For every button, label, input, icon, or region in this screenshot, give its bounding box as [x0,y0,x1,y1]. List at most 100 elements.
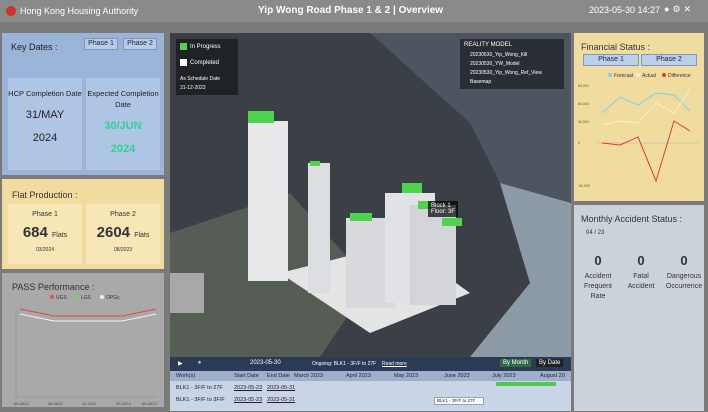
key-dates-phase2-button[interactable]: Phase 2 [123,38,157,50]
layer-panel: REALITY MODEL 20230530_Yip_Wong_Kill 202… [460,39,564,89]
expected-label: Expected Completion Date [87,89,159,109]
datetime: 2023-05-30 14:27 [589,5,661,15]
window-controls[interactable]: ●⚙✕ [664,4,694,15]
gantt-chart: Work(s) Start Date End Date March 2023 A… [170,371,571,411]
play-icon[interactable]: ▶ [178,360,183,367]
financial-y-label-1: 60,000 [578,102,589,106]
gantt-start[interactable]: 2023-05-23 [234,385,262,391]
gantt-bar[interactable]: BLK1 - 3F/F to 27F [434,397,484,405]
settings-icon[interactable]: ⚙ [672,4,683,14]
financial-status-panel: Financial Status : Phase 1 Phase 2 Forec… [574,33,704,201]
gantt-month: May 2023 [394,373,419,379]
pass-performance-panel: PASS Performance : UGS LGS OPGc 05-2022 … [2,273,164,407]
legend-forecast: Forecast [614,73,634,79]
top-bar: Hong Kong Housing Authority Yip Wong Roa… [0,0,708,22]
reality-model-viewer[interactable]: In Progress Completed As Schedule Date 3… [170,33,571,411]
in-progress-label: In Progress [190,44,221,50]
playback-date: 2023-05-30 [250,360,281,366]
tooltip-floor: Floor: 3F [431,209,456,215]
flat-phase1-value-row: 684 Flats [8,224,82,241]
map-legend: In Progress Completed As Schedule Date 3… [176,39,238,95]
gantt-header: Work(s) Start Date End Date March 2023 A… [170,371,571,381]
dangerous-occurrence: 0 Dangerous Occurrence [664,253,704,292]
pass-x-label-3: 02-2023 [116,401,131,406]
financial-y-label-0: 80,000 [578,84,589,88]
gantt-col-start: Start Date [234,373,259,379]
gantt-month: June 2023 [444,373,470,379]
by-month-button[interactable]: By Month [500,359,532,367]
gantt-month: July 2023 [492,373,516,379]
gantt-month: March 2023 [294,373,324,379]
key-dates-panel: Key Dates : Phase 1 Phase 2 HCP Completi… [2,33,164,175]
stat-value: 0 [680,253,688,268]
actual-line [601,88,691,126]
financial-y-label-4: 0 [578,141,580,145]
completed-label: Completed [190,60,220,66]
block-tooltip: Block 1 Floor: 3F [428,201,459,217]
read-more-link[interactable]: Read more [382,361,407,367]
expected-year: 2024 [110,143,136,155]
gantt-end[interactable]: 2023-05-31 [267,385,295,391]
org-name: Hong Kong Housing Authority [20,6,139,16]
gantt-bar-label: BLK1 - 3F/F to 27F [437,398,476,403]
by-date-button[interactable]: By Date [536,359,564,367]
layer-item[interactable]: 20230530_YW_Model [470,61,519,67]
layer-item[interactable]: 20230530_Yip_Wong_Kill [470,52,527,58]
legend-difference: Difference [668,73,691,79]
gantt-month: August 20 [540,373,565,379]
playback-bar: ▶ ⏸ 2023-05-30 Ongoing: BLK1 - 3F/F to 2… [170,357,571,371]
financial-y-label-7: -60,000 [578,184,590,188]
pass-chart: UGS LGS OPGc 05-2022 08-2022 11-2022 02-… [14,295,157,406]
pause-icon[interactable]: ⏸ [198,360,201,367]
stat-value: 0 [637,253,645,268]
expected-date: 30/JUN [104,120,142,132]
hcp-completion-card: HCP Completion Date 31/MAY 2024 [8,78,82,170]
gantt-progress-bar [496,382,556,386]
stat-value: 0 [594,253,602,268]
financial-y-label-2: 40,000 [578,120,589,124]
flat-phase2-card: Phase 2 2604 Flats 08/2023 [86,204,160,264]
legend-forecast-marker [608,73,612,77]
schedule-date-label: As Schedule Date [180,76,221,82]
legend-difference-marker [662,73,666,77]
table-row[interactable]: BLK1 - 3F/F to 3F/F 2023-05-23 2023-05-3… [170,397,571,407]
completed-swatch [180,59,187,66]
legend-ugs-marker [50,295,54,299]
legend-lgs-marker [75,295,79,299]
layer-item[interactable]: Basemap [470,79,491,85]
layer-item[interactable]: 20230530_Yip_Wong_Ref_View [470,70,542,76]
flat-production-panel: Flat Production : Phase 1 684 Flats 03/2… [2,179,164,269]
accident-month: 04 / 23 [586,230,605,236]
gantt-work: BLK1 - 3F/F to 27F [176,385,223,391]
stat-label: Dangerous Occurrence [665,273,703,290]
key-dates-title: Key Dates : [11,42,58,52]
flat-phase2-label: Phase 2 [110,211,136,218]
gantt-start[interactable]: 2023-05-23 [234,397,262,403]
close-icon[interactable]: ✕ [684,4,695,14]
table-row[interactable]: BLK1 - 3F/F to 27F 2023-05-23 2023-05-31 [170,385,571,395]
ongoing-text: Ongoing: BLK1 - 3F/F to 27F [312,361,377,367]
key-dates-phase1-button[interactable]: Phase 1 [84,38,118,50]
flat-phase1-date: 03/2024 [35,247,55,253]
stat-label: Accident Frequent Rate [583,273,613,300]
page-title: Yip Wong Road Phase 1 & 2 | Overview [258,5,444,16]
accident-status-panel: Monthly Accident Status : 04 / 23 0 Acci… [574,205,704,411]
legend-actual-marker [636,73,640,77]
stat-label: Fatal Accident [627,273,655,290]
schedule-date: 31-12-2023 [180,85,206,91]
hcp-year: 2024 [32,132,58,144]
flat-phase2-value: 2604 [96,224,131,241]
flat-phase2-unit: Flats [134,232,150,239]
legend-ugs: UGS [56,295,68,301]
pass-ugs-line [19,308,157,317]
accident-frequent-rate: 0 Accident Frequent Rate [578,253,618,302]
fatal-accident: 0 Fatal Accident [621,253,661,292]
flat-phase1-unit: Flats [52,232,68,239]
flat-phase1-label: Phase 1 [32,211,58,218]
flat-phase1-value: 684 [22,224,48,241]
gantt-month: April 2023 [346,373,371,379]
legend-actual: Actual [642,73,656,79]
gantt-end[interactable]: 2023-05-31 [267,397,295,403]
hcp-date: 31/MAY [25,109,65,121]
forecast-line [601,92,691,114]
